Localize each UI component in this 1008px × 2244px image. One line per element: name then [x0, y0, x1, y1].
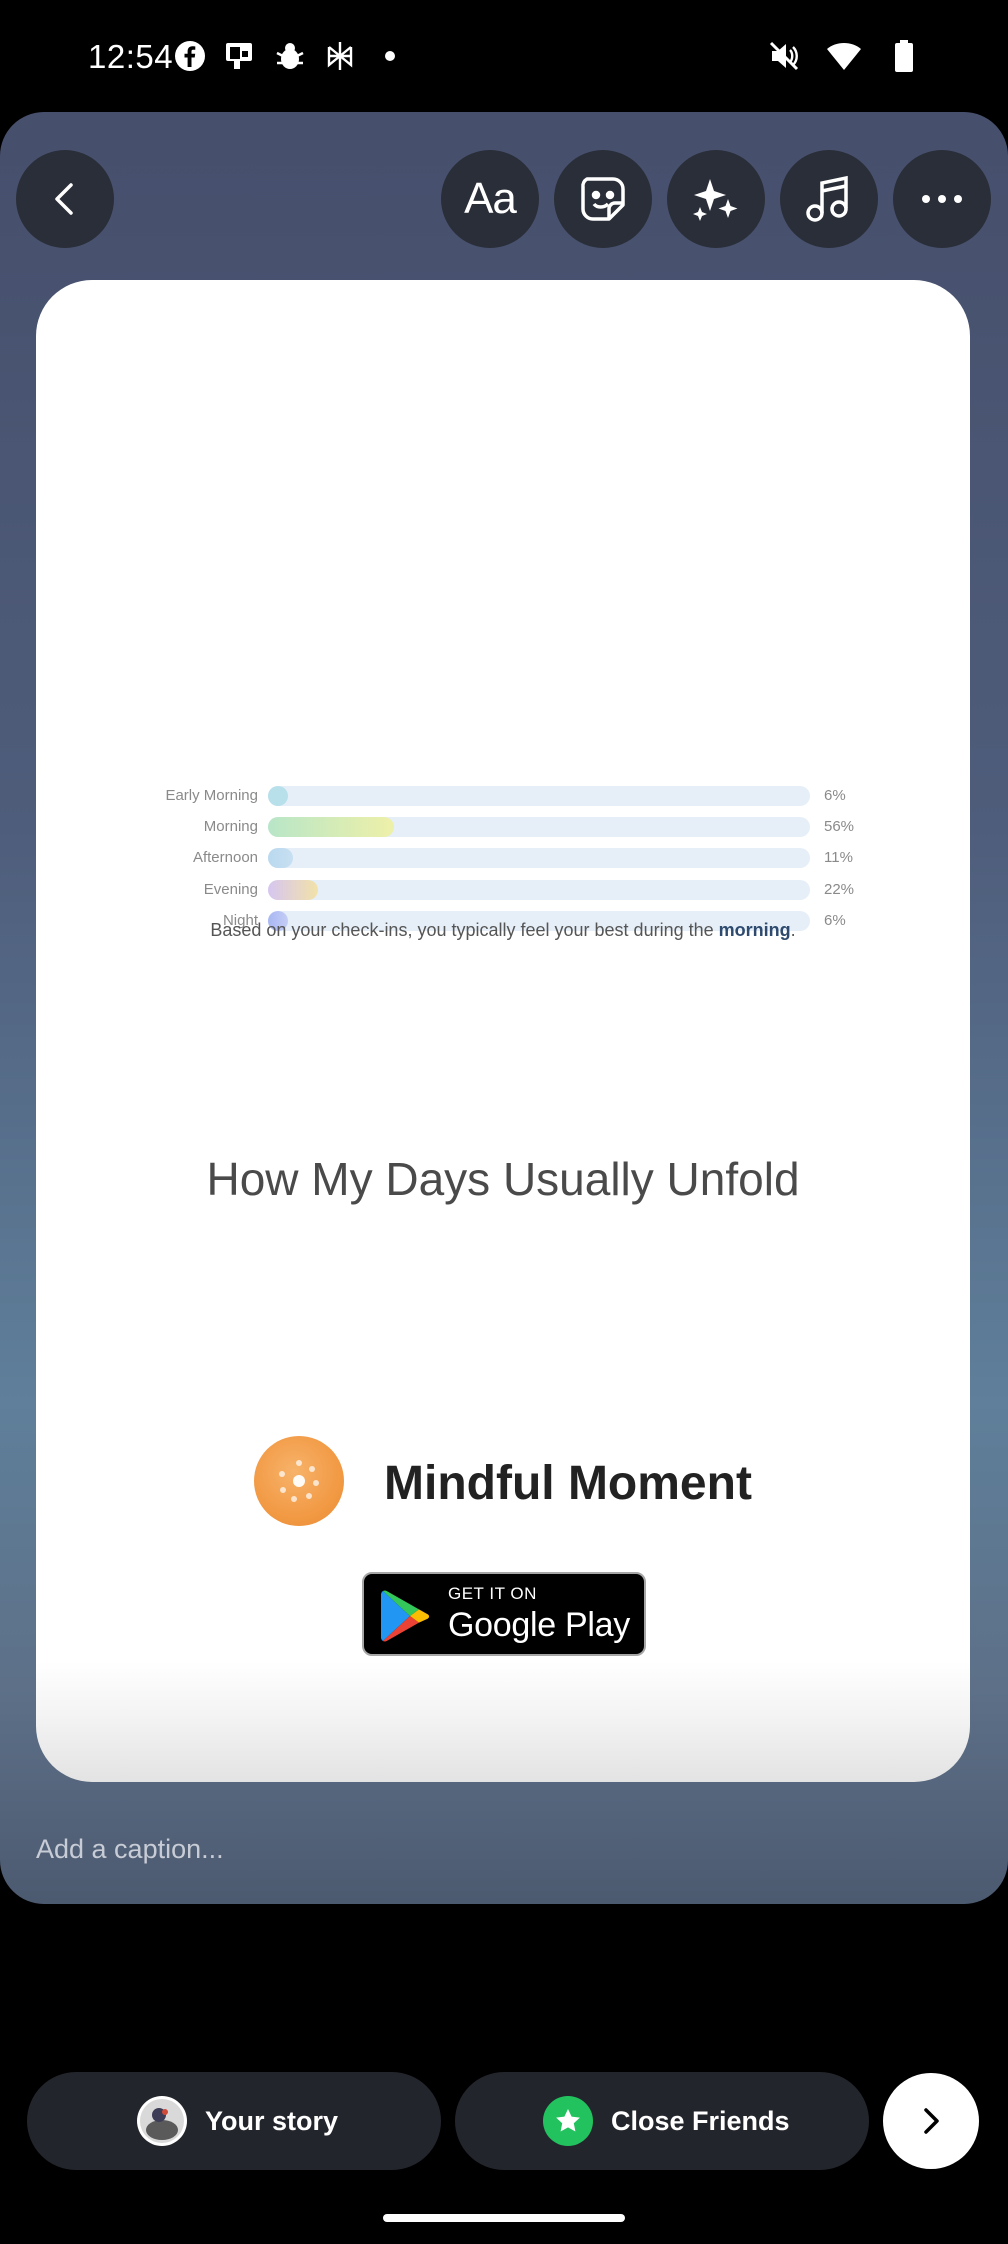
battery-icon — [886, 38, 922, 74]
bug-icon — [272, 38, 308, 74]
bar — [268, 879, 318, 900]
status-system-icons — [766, 38, 922, 74]
close-friends-button[interactable]: Close Friends — [455, 2072, 869, 2170]
story-card[interactable]: Early Morning 6% Morning 56% Afternoon 11% Eve… — [36, 280, 970, 1782]
perplexity-icon — [322, 38, 358, 74]
screencast-icon — [222, 38, 258, 74]
status-time: 12:54 — [88, 38, 174, 75]
bar-label: Evening — [203, 880, 258, 898]
close-friends-label: Close Friends — [611, 2105, 790, 2136]
text-tool-button[interactable]: Aa — [441, 150, 539, 248]
insight-highlight: morning — [718, 920, 791, 940]
story-editor: Aa Early Morning 6% Morning 56% Afternoon 11%… — [0, 112, 1008, 1904]
badge-top-text: GET IT ON — [448, 1584, 537, 1603]
bar-label: Early Morning — [165, 787, 258, 804]
bar-track — [268, 817, 810, 838]
text-icon: Aa — [464, 174, 517, 223]
effects-tool-button[interactable] — [667, 150, 765, 248]
bar — [268, 817, 395, 838]
mute-icon — [766, 38, 802, 74]
bar-value-label: 56% — [824, 818, 855, 836]
music-icon — [806, 175, 848, 222]
time-of-day-bar-chart: Early Morning 6% Morning 56% Afternoon 11% Eve… — [36, 280, 970, 1782]
avatar-icon — [140, 2099, 184, 2143]
status-notification-icons — [172, 38, 408, 74]
badge-main-text: Google Play — [448, 1606, 630, 1644]
insight-suffix: . — [790, 920, 796, 940]
bar-value-label: 22% — [824, 880, 855, 898]
star-icon — [556, 2109, 580, 2132]
bar-track — [268, 786, 810, 806]
insight-text: Based on your check-ins, you typically f… — [36, 920, 970, 941]
app-name: Mindful Moment — [384, 1457, 752, 1510]
effects-icon — [693, 179, 738, 221]
status-bar: 12:54 — [0, 0, 1008, 112]
more-options-button[interactable] — [893, 150, 991, 248]
bar — [268, 786, 288, 806]
chevron-left-icon — [55, 183, 73, 215]
bar-track — [268, 848, 810, 869]
bar-value-label: 11% — [824, 849, 853, 867]
music-tool-button[interactable] — [780, 150, 878, 248]
home-indicator[interactable] — [383, 2214, 625, 2222]
wifi-icon — [826, 38, 862, 74]
facebook-icon — [172, 38, 208, 74]
notification-dot-icon — [372, 38, 408, 74]
sticker-tool-button[interactable] — [554, 150, 652, 248]
bar — [268, 848, 293, 869]
your-story-label: Your story — [205, 2105, 339, 2136]
avatar — [137, 2096, 187, 2146]
bar-label: Morning — [203, 818, 258, 836]
google-play-badge[interactable]: GET IT ON Google Play — [362, 1572, 646, 1656]
chevron-right-icon — [924, 2108, 939, 2134]
bar-track — [268, 879, 810, 900]
google-play-icon — [381, 1590, 430, 1642]
story-title: How My Days Usually Unfold — [206, 1153, 800, 1205]
more-icon — [922, 195, 962, 203]
back-button[interactable] — [16, 150, 114, 248]
your-story-button[interactable]: Your story — [27, 2072, 441, 2170]
share-next-button[interactable] — [883, 2073, 979, 2169]
sticker-icon — [581, 177, 625, 221]
insight-prefix: Based on your check-ins, you typically f… — [210, 920, 719, 940]
bar-value-label: 6% — [824, 787, 846, 804]
app-logo-icon — [254, 1436, 344, 1526]
close-friends-badge — [543, 2096, 593, 2146]
caption-input[interactable]: Add a caption... — [36, 1834, 224, 1865]
bar-label: Afternoon — [192, 849, 258, 867]
